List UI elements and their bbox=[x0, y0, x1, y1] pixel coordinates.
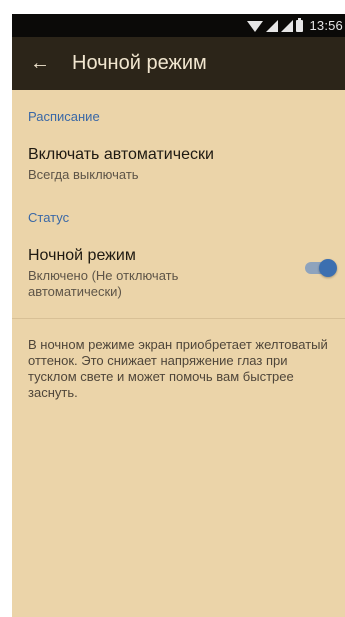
battery-icon bbox=[296, 17, 304, 32]
signal-icon bbox=[266, 19, 279, 32]
settings-list: Расписание Включать автоматически Всегда… bbox=[12, 90, 345, 419]
preference-title: Включать автоматически bbox=[28, 146, 214, 163]
toggle-thumb bbox=[319, 259, 337, 277]
signal-icon bbox=[281, 19, 294, 32]
page-title: Ночной режим bbox=[72, 52, 207, 74]
status-bar: 13:56 bbox=[12, 14, 345, 37]
auto-enable-preference[interactable]: Включать автоматически Всегда выключать bbox=[12, 132, 345, 195]
back-button[interactable]: ← bbox=[20, 37, 60, 90]
night-mode-settings-screen: 13:56 ← Ночной режим Расписание Включать… bbox=[12, 14, 345, 617]
section-header-status: Статус bbox=[28, 209, 70, 225]
status-time: 13:56 bbox=[309, 18, 343, 33]
preference-summary: Включено (Не отключать автоматически) bbox=[28, 268, 179, 299]
arrow-left-icon: ← bbox=[30, 52, 50, 74]
section-header-schedule: Расписание bbox=[28, 108, 100, 124]
wifi-icon bbox=[247, 20, 264, 32]
night-mode-preference[interactable]: Ночной режим Включено (Не отключать авто… bbox=[12, 233, 345, 312]
night-mode-toggle[interactable] bbox=[305, 259, 337, 277]
preference-title: Ночной режим bbox=[28, 247, 136, 264]
preference-summary: Всегда выключать bbox=[28, 167, 139, 182]
toolbar: ← Ночной режим bbox=[12, 37, 345, 90]
night-mode-description: В ночном режиме экран приобретает желтов… bbox=[28, 337, 328, 400]
